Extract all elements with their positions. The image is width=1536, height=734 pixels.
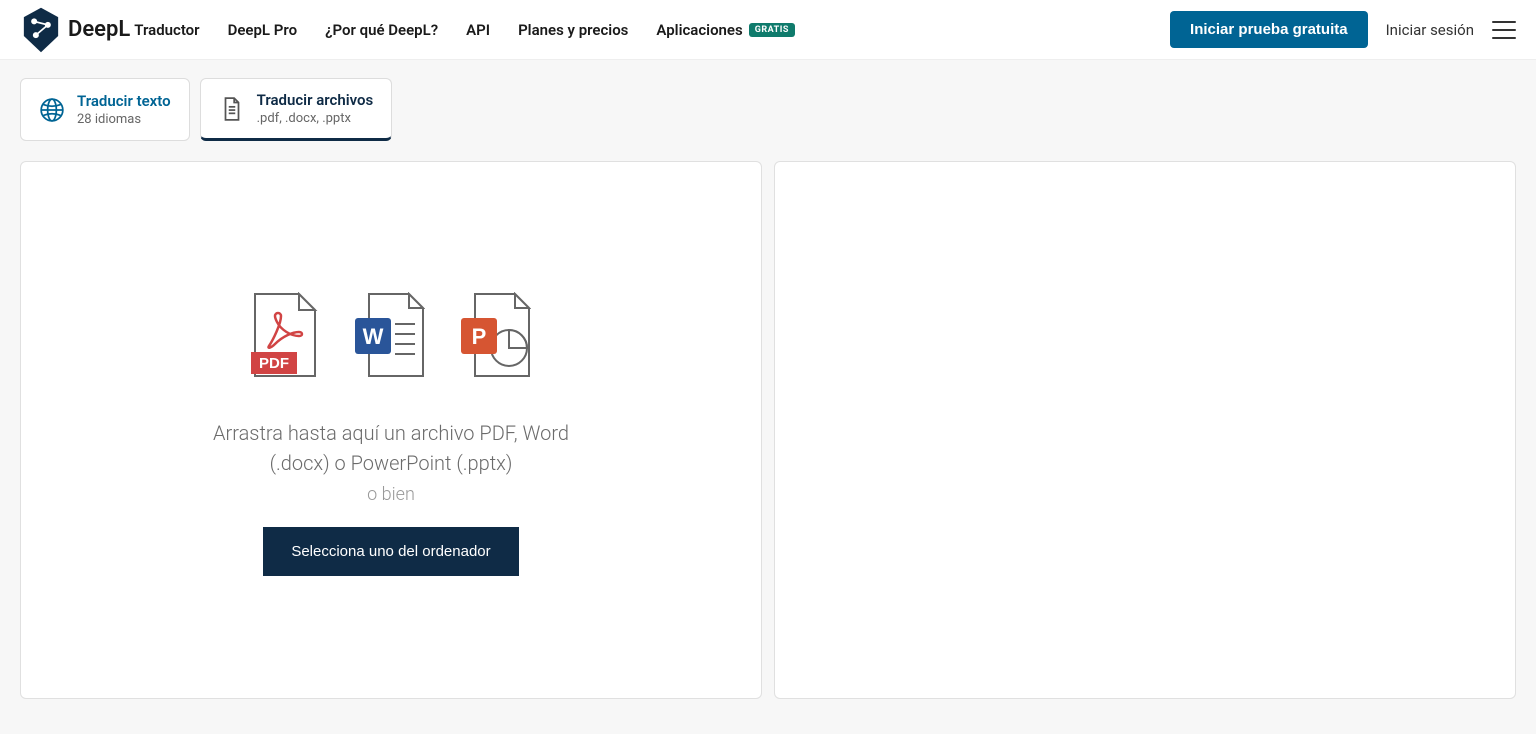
main-nav: Traductor DeepL Pro ¿Por qué DeepL? API … xyxy=(134,21,795,39)
login-link[interactable]: Iniciar sesión xyxy=(1386,21,1474,39)
tab-files-title: Traducir archivos xyxy=(257,91,374,109)
nav-api[interactable]: API xyxy=(466,21,490,39)
header-right: Iniciar prueba gratuita Iniciar sesión xyxy=(1170,11,1516,48)
globe-icon xyxy=(39,97,65,123)
header: DeepL Traductor DeepL Pro ¿Por qué DeepL… xyxy=(0,0,1536,60)
word-file-icon: W xyxy=(355,292,425,378)
file-type-icons: PDF W xyxy=(251,292,531,378)
deepl-logo-icon xyxy=(20,6,62,54)
svg-text:W: W xyxy=(363,324,384,349)
tab-text-subtitle: 28 idiomas xyxy=(77,112,171,127)
nav-pro[interactable]: DeepL Pro xyxy=(228,21,298,39)
svg-text:P: P xyxy=(472,324,487,349)
start-trial-button[interactable]: Iniciar prueba gratuita xyxy=(1170,11,1368,48)
nav-plans[interactable]: Planes y precios xyxy=(518,21,628,39)
nav-apps[interactable]: Aplicaciones GRATIS xyxy=(656,21,794,39)
pdf-file-icon: PDF xyxy=(251,292,319,378)
free-badge: GRATIS xyxy=(749,23,795,37)
logo-area[interactable]: DeepL xyxy=(20,6,130,54)
svg-text:PDF: PDF xyxy=(259,355,289,372)
tab-translate-files[interactable]: Traducir archivos .pdf, .docx, .pptx xyxy=(200,78,393,141)
file-drop-zone[interactable]: PDF W xyxy=(21,162,761,576)
hamburger-menu-icon[interactable] xyxy=(1492,21,1516,39)
tab-text-title: Traducir texto xyxy=(77,92,171,110)
nav-apps-label: Aplicaciones xyxy=(656,21,742,39)
brand-name: DeepL xyxy=(68,17,130,42)
target-panel xyxy=(774,161,1516,699)
tab-files-subtitle: .pdf, .docx, .pptx xyxy=(257,111,374,126)
panels: PDF W xyxy=(0,141,1536,719)
nav-why[interactable]: ¿Por qué DeepL? xyxy=(325,21,438,39)
drop-or-text: o bien xyxy=(367,484,415,505)
nav-translator[interactable]: Traductor xyxy=(134,21,199,39)
select-file-button[interactable]: Selecciona uno del ordenador xyxy=(263,527,518,576)
tab-translate-text[interactable]: Traducir texto 28 idiomas xyxy=(20,78,190,141)
drop-instructions: Arrastra hasta aquí un archivo PDF, Word… xyxy=(181,418,601,478)
powerpoint-file-icon: P xyxy=(461,292,531,378)
mode-tabs: Traducir texto 28 idiomas Traducir archi… xyxy=(0,60,1536,141)
source-panel[interactable]: PDF W xyxy=(20,161,762,699)
document-icon xyxy=(219,96,245,122)
